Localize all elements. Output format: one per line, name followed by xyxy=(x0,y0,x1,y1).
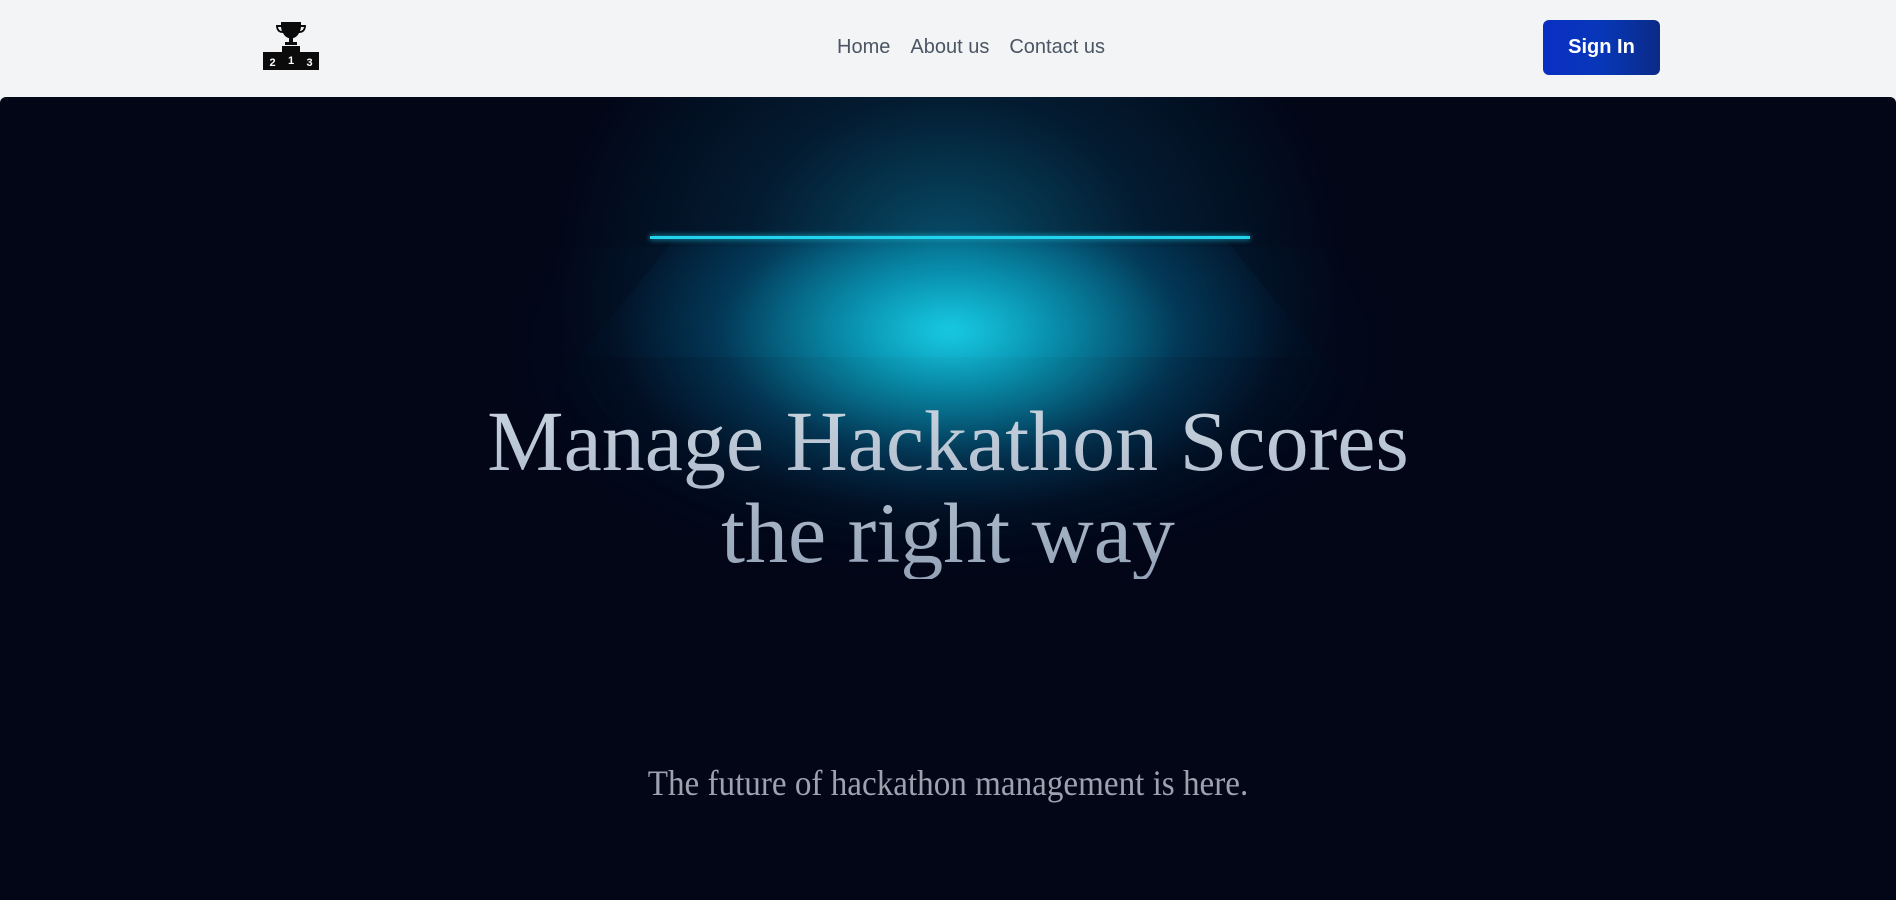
nav-link-contact-us[interactable]: Contact us xyxy=(1009,35,1105,59)
nav-link-about-us[interactable]: About us xyxy=(910,35,989,59)
hero-title-line-1: Manage Hackathon Scores xyxy=(487,393,1409,489)
nav-link-home[interactable]: Home xyxy=(837,35,890,59)
hero-section: Manage Hackathon Scores the right way Th… xyxy=(0,97,1896,900)
hero-title: Manage Hackathon Scores the right way xyxy=(0,395,1896,579)
top-navbar: 1 2 3 Home About us Contact us Sign In xyxy=(0,0,1896,97)
sign-in-button[interactable]: Sign In xyxy=(1543,20,1660,75)
hero-title-line-2: the right way xyxy=(721,485,1175,581)
hero-subtitle: The future of hackathon management is he… xyxy=(647,763,1249,803)
lamp-line xyxy=(650,236,1250,239)
